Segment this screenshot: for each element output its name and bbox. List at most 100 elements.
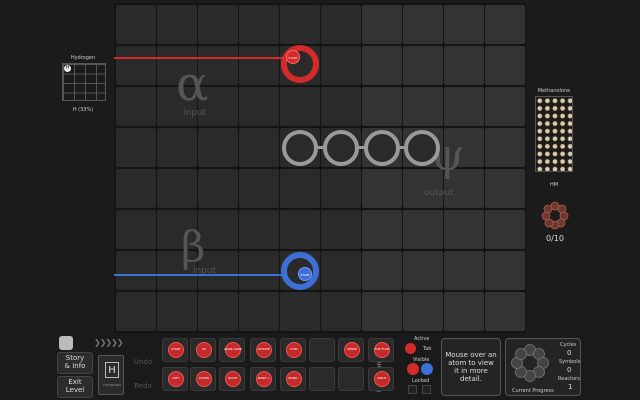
instruction-bond-button[interactable]: BOND + bbox=[250, 367, 276, 391]
board-tile[interactable] bbox=[403, 5, 443, 44]
board-tile[interactable] bbox=[116, 5, 156, 44]
board-tile[interactable] bbox=[198, 5, 238, 44]
sidebar-toggle-icon[interactable] bbox=[59, 336, 73, 350]
board-tile[interactable] bbox=[485, 251, 525, 290]
board-tile[interactable] bbox=[321, 210, 361, 249]
board-tile[interactable] bbox=[116, 210, 156, 249]
element-symbol: H bbox=[105, 362, 119, 378]
layer-active-red-dot[interactable] bbox=[405, 343, 416, 354]
board-tile[interactable] bbox=[198, 169, 238, 208]
chevron-strip: ❯❯❯❯❯ bbox=[94, 338, 124, 347]
board-tile[interactable] bbox=[116, 169, 156, 208]
board-tile[interactable] bbox=[280, 292, 320, 331]
red-start-icon[interactable]: START bbox=[286, 50, 300, 64]
board-tile[interactable] bbox=[321, 46, 361, 85]
board-tile[interactable] bbox=[239, 169, 279, 208]
board-tile[interactable] bbox=[157, 169, 197, 208]
board-tile[interactable] bbox=[157, 128, 197, 167]
board-tile[interactable] bbox=[239, 87, 279, 126]
instruction-sense-button[interactable]: SENSE bbox=[338, 338, 364, 362]
board-tile[interactable] bbox=[444, 5, 484, 44]
red-waldo[interactable] bbox=[281, 45, 319, 83]
instruction-flip-flop-button[interactable]: FLIP FLOP bbox=[368, 338, 394, 362]
board-tile[interactable] bbox=[198, 128, 238, 167]
board-tile[interactable] bbox=[280, 5, 320, 44]
instruction-down-button[interactable]: DOWN bbox=[190, 367, 216, 391]
board-tile[interactable] bbox=[198, 292, 238, 331]
board-tile[interactable] bbox=[362, 210, 402, 249]
instruction-up-button[interactable]: UP bbox=[190, 338, 216, 362]
board-tile[interactable] bbox=[485, 292, 525, 331]
story-info-button[interactable]: Story & Info bbox=[57, 352, 93, 374]
board-tile[interactable] bbox=[485, 128, 525, 167]
board-tile[interactable] bbox=[362, 46, 402, 85]
board-tile[interactable] bbox=[116, 292, 156, 331]
board-tile[interactable] bbox=[239, 210, 279, 249]
board-tile[interactable] bbox=[116, 251, 156, 290]
board-tile[interactable] bbox=[485, 169, 525, 208]
blue-waldo-path bbox=[114, 274, 300, 276]
beta-symbol: β bbox=[181, 222, 206, 271]
instruction-label: LEFT bbox=[172, 376, 180, 380]
exit-level-button[interactable]: Exit Level bbox=[57, 376, 93, 398]
board-tile[interactable] bbox=[444, 46, 484, 85]
board-tile[interactable] bbox=[403, 87, 443, 126]
board-tile[interactable] bbox=[321, 292, 361, 331]
instruction-right-button[interactable]: RIGHT bbox=[219, 367, 245, 391]
layer-locked-box-1[interactable] bbox=[408, 385, 417, 394]
board-tile[interactable] bbox=[116, 87, 156, 126]
board-tile[interactable] bbox=[403, 46, 443, 85]
board-tile[interactable] bbox=[362, 292, 402, 331]
alpha-symbol: α bbox=[176, 56, 209, 112]
blue-start-icon[interactable]: START bbox=[298, 267, 312, 281]
board-tile[interactable] bbox=[239, 46, 279, 85]
board-tile[interactable] bbox=[403, 251, 443, 290]
instruction-label: ROTATE bbox=[258, 347, 270, 351]
molecule-formula: HM bbox=[549, 182, 559, 188]
molecule-preview bbox=[535, 96, 573, 172]
board-tile[interactable] bbox=[157, 292, 197, 331]
element-selector[interactable]: H HYDROGEN bbox=[98, 355, 124, 395]
undo-button[interactable]: Undo bbox=[130, 358, 156, 366]
board-tile[interactable] bbox=[157, 5, 197, 44]
board-tile[interactable] bbox=[485, 46, 525, 85]
board-tile[interactable] bbox=[362, 169, 402, 208]
instruction-grab-drop-button[interactable]: GRAB DROP bbox=[219, 338, 245, 362]
board-tile[interactable] bbox=[239, 292, 279, 331]
instruction-start-button[interactable]: START bbox=[162, 338, 188, 362]
board-tile[interactable] bbox=[321, 5, 361, 44]
layer-visible-red-dot[interactable] bbox=[407, 363, 419, 375]
board-tile[interactable] bbox=[444, 87, 484, 126]
instruction-label: RIGHT bbox=[228, 376, 238, 380]
board-tile[interactable] bbox=[362, 87, 402, 126]
instruction-left-button[interactable]: LEFT bbox=[162, 367, 188, 391]
board-tile[interactable] bbox=[116, 128, 156, 167]
instruction-input-button[interactable]: INPUT bbox=[368, 367, 394, 391]
board-tile[interactable] bbox=[116, 46, 156, 85]
board-tile[interactable] bbox=[239, 128, 279, 167]
board-tile[interactable] bbox=[280, 210, 320, 249]
board-tile[interactable] bbox=[321, 169, 361, 208]
board-tile[interactable] bbox=[239, 251, 279, 290]
board-tile[interactable] bbox=[485, 210, 525, 249]
layer-visible-blue-dot[interactable] bbox=[421, 363, 433, 375]
instruction-rotate-button[interactable]: ROTATE bbox=[250, 338, 276, 362]
board-tile[interactable] bbox=[485, 87, 525, 126]
board-tile[interactable] bbox=[444, 251, 484, 290]
board-tile[interactable] bbox=[321, 87, 361, 126]
layer-locked-box-2[interactable] bbox=[422, 385, 431, 394]
board-tile[interactable] bbox=[485, 5, 525, 44]
redo-button[interactable]: Redo bbox=[130, 382, 156, 390]
instruction-bond-button[interactable]: BOND - bbox=[280, 367, 306, 391]
board-tile[interactable] bbox=[403, 292, 443, 331]
board-tile[interactable] bbox=[321, 251, 361, 290]
board-tile[interactable] bbox=[362, 5, 402, 44]
board-tile[interactable] bbox=[280, 87, 320, 126]
board-tile[interactable] bbox=[444, 292, 484, 331]
instruction-sync-button[interactable]: SYNC bbox=[280, 338, 306, 362]
board-tile[interactable] bbox=[444, 210, 484, 249]
board-tile[interactable] bbox=[280, 169, 320, 208]
board-tile[interactable] bbox=[362, 251, 402, 290]
board-tile[interactable] bbox=[239, 5, 279, 44]
board-tile[interactable] bbox=[403, 210, 443, 249]
